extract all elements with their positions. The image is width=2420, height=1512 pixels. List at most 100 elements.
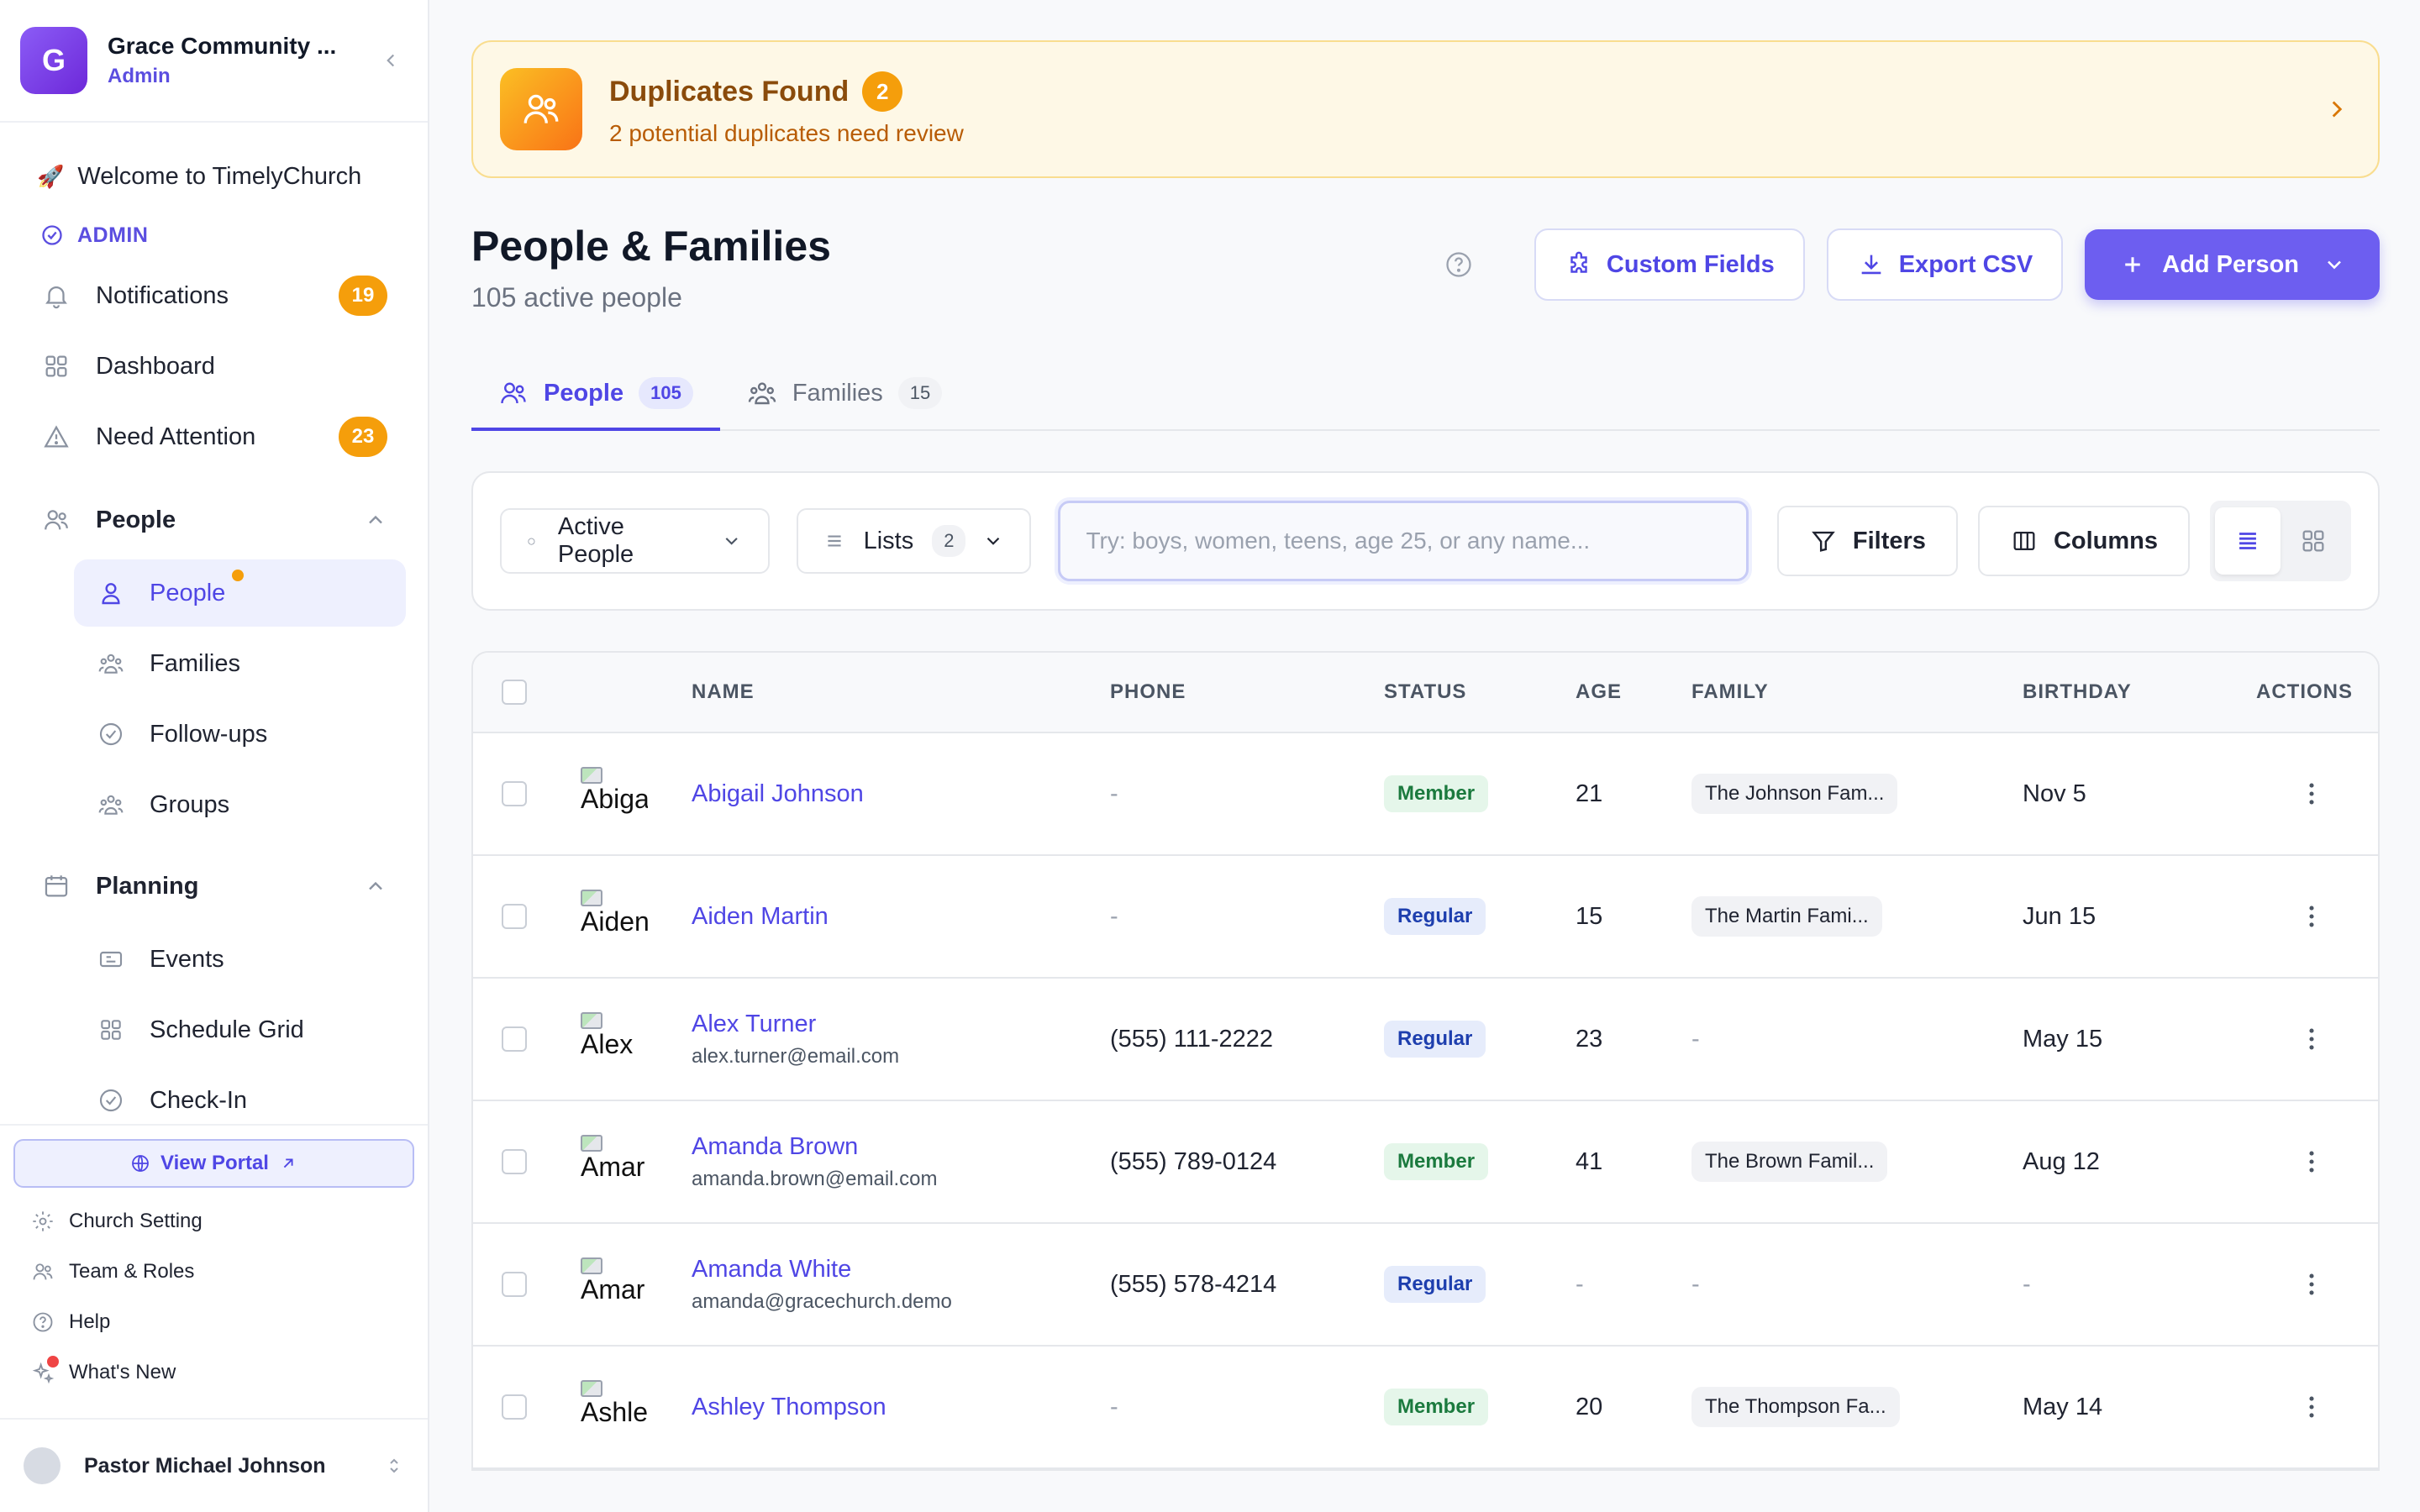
row-checkbox[interactable] bbox=[502, 904, 527, 929]
row-checkbox[interactable] bbox=[502, 1026, 527, 1052]
tab-people[interactable]: People 105 bbox=[471, 357, 720, 431]
help-circle-icon[interactable] bbox=[1444, 249, 1474, 280]
sidebar-item-events[interactable]: Events bbox=[74, 926, 406, 993]
search-input[interactable]: Try: boys, women, teens, age 25, or any … bbox=[1058, 501, 1749, 581]
sidebar-item-families[interactable]: Families bbox=[74, 630, 406, 697]
row-checkbox[interactable] bbox=[502, 1149, 527, 1174]
broken-image-icon bbox=[581, 767, 602, 784]
view-portal-label: View Portal bbox=[160, 1152, 269, 1174]
more-vertical-icon[interactable] bbox=[2297, 1393, 2326, 1421]
person-age: 41 bbox=[1576, 1147, 1603, 1175]
table-row[interactable]: Amar Amanda Brown amanda.brown@email.com (5… bbox=[473, 1101, 2378, 1224]
org-logo: G bbox=[20, 27, 87, 94]
more-vertical-icon[interactable] bbox=[2297, 1147, 2326, 1176]
table-row[interactable]: Aiden Aiden Martin - Regular 15 The Martin Fa… bbox=[473, 856, 2378, 979]
export-csv-button[interactable]: Export CSV bbox=[1826, 228, 2064, 301]
sidebar-group-people[interactable]: People bbox=[0, 484, 428, 556]
sidebar-item-notifications[interactable]: Notifications 19 bbox=[0, 260, 428, 331]
broken-image-icon bbox=[581, 1012, 602, 1029]
help-link[interactable]: Help bbox=[13, 1297, 414, 1347]
avatar: Ashle bbox=[581, 1380, 648, 1434]
view-portal-button[interactable]: View Portal bbox=[13, 1139, 414, 1188]
sidebar-group-planning[interactable]: Planning bbox=[0, 850, 428, 922]
custom-fields-button[interactable]: Custom Fields bbox=[1534, 228, 1805, 301]
family-chip[interactable]: The Johnson Fam... bbox=[1691, 774, 1898, 814]
list-view-button[interactable] bbox=[2215, 507, 2281, 575]
notifications-badge: 19 bbox=[339, 276, 387, 316]
person-name-link[interactable]: Abigail Johnson bbox=[692, 780, 1110, 808]
lists-dropdown[interactable]: Lists 2 bbox=[796, 508, 1032, 574]
table-row[interactable]: Amar Amanda White amanda@gracechurch.demo (… bbox=[473, 1224, 2378, 1347]
sidebar-item-people[interactable]: People bbox=[74, 559, 406, 627]
sidebar-item-need-attention[interactable]: Need Attention 23 bbox=[0, 402, 428, 472]
bell-icon bbox=[40, 280, 72, 312]
whats-new-link[interactable]: What's New bbox=[13, 1347, 414, 1398]
family-chip[interactable]: The Thompson Fa... bbox=[1691, 1387, 1900, 1427]
person-name-link[interactable]: Amanda Brown bbox=[692, 1133, 1110, 1161]
avatar-alt-text: Abiga bbox=[581, 784, 648, 814]
more-vertical-icon[interactable] bbox=[2297, 1025, 2326, 1053]
column-header-age[interactable]: AGE bbox=[1576, 680, 1691, 704]
sidebar-item-groups[interactable]: Groups bbox=[74, 771, 406, 838]
ticket-icon bbox=[96, 944, 126, 974]
tab-bar: People 105 Families 15 bbox=[471, 357, 2380, 431]
add-person-button[interactable]: Add Person bbox=[2085, 229, 2380, 300]
list-icon bbox=[827, 535, 841, 547]
family-chip[interactable]: The Martin Fami... bbox=[1691, 896, 1882, 937]
grid-view-button[interactable] bbox=[2281, 507, 2346, 575]
status-badge: Regular bbox=[1384, 1266, 1486, 1303]
view-select-dropdown[interactable]: ○ Active People bbox=[500, 508, 770, 574]
church-setting-link[interactable]: Church Setting bbox=[13, 1196, 414, 1247]
sidebar-item-check-in[interactable]: Check-In bbox=[74, 1067, 406, 1124]
duplicates-banner[interactable]: Duplicates Found 2 2 potential duplicate… bbox=[471, 40, 2380, 178]
sidebar-item-schedule-grid[interactable]: Schedule Grid bbox=[74, 996, 406, 1063]
row-checkbox[interactable] bbox=[502, 781, 527, 806]
tab-label: Families bbox=[792, 379, 883, 407]
welcome-link[interactable]: 🚀 Welcome to TimelyChurch bbox=[0, 143, 428, 210]
avatar-alt-text: Amar bbox=[581, 1152, 645, 1182]
column-header-family[interactable]: FAMILY bbox=[1691, 680, 2023, 704]
list-view-icon bbox=[2239, 533, 2256, 549]
calendar-icon bbox=[40, 870, 72, 902]
person-family-empty: - bbox=[1691, 1025, 1700, 1053]
table-row[interactable]: Alex Alex Turner alex.turner@email.com (555… bbox=[473, 979, 2378, 1101]
more-vertical-icon[interactable] bbox=[2297, 902, 2326, 931]
person-name-link[interactable]: Alex Turner bbox=[692, 1011, 1110, 1038]
sidebar-item-follow-ups[interactable]: Follow-ups bbox=[74, 701, 406, 768]
row-checkbox[interactable] bbox=[502, 1272, 527, 1297]
person-name-link[interactable]: Aiden Martin bbox=[692, 903, 1110, 931]
need-attention-badge: 23 bbox=[339, 417, 387, 457]
row-checkbox[interactable] bbox=[502, 1394, 527, 1420]
team-roles-link[interactable]: Team & Roles bbox=[13, 1247, 414, 1297]
sidebar-item-dashboard[interactable]: Dashboard bbox=[0, 331, 428, 402]
column-header-phone[interactable]: PHONE bbox=[1110, 680, 1384, 704]
tab-count-badge: 15 bbox=[897, 377, 943, 409]
table-row[interactable]: Abiga Abigail Johnson - Member 21 The Johnson… bbox=[473, 733, 2378, 856]
chevron-up-icon bbox=[369, 881, 382, 890]
select-all-checkbox[interactable] bbox=[502, 680, 527, 705]
download-icon bbox=[1861, 255, 1881, 275]
rocket-icon: 🚀 bbox=[37, 163, 65, 189]
collapse-sidebar-button[interactable] bbox=[374, 44, 408, 77]
avatar-alt-text: Aiden bbox=[581, 906, 648, 937]
column-header-status[interactable]: STATUS bbox=[1384, 680, 1576, 704]
more-vertical-icon[interactable] bbox=[2297, 780, 2326, 808]
table-row[interactable]: Ashle Ashley Thompson - Member 20 The Thompso… bbox=[473, 1347, 2378, 1469]
person-age: 20 bbox=[1576, 1393, 1603, 1420]
columns-button[interactable]: Columns bbox=[1977, 506, 2190, 576]
user-menu[interactable]: Pastor Michael Johnson bbox=[0, 1418, 428, 1512]
column-header-name[interactable]: NAME bbox=[692, 680, 1110, 704]
status-badge: Member bbox=[1384, 1143, 1489, 1180]
columns-label: Columns bbox=[2053, 527, 2158, 554]
person-name-link[interactable]: Amanda White bbox=[692, 1256, 1110, 1284]
export-csv-label: Export CSV bbox=[1898, 250, 2033, 278]
filters-button[interactable]: Filters bbox=[1776, 506, 1958, 576]
person-phone: - bbox=[1110, 902, 1118, 930]
family-chip[interactable]: The Brown Famil... bbox=[1691, 1142, 1888, 1182]
org-name[interactable]: Grace Community ... bbox=[108, 33, 374, 60]
column-header-birthday[interactable]: BIRTHDAY bbox=[2023, 680, 2244, 704]
tab-families[interactable]: Families 15 bbox=[720, 357, 969, 429]
person-name-link[interactable]: Ashley Thompson bbox=[692, 1394, 1110, 1421]
filter-icon bbox=[1812, 531, 1835, 552]
more-vertical-icon[interactable] bbox=[2297, 1270, 2326, 1299]
